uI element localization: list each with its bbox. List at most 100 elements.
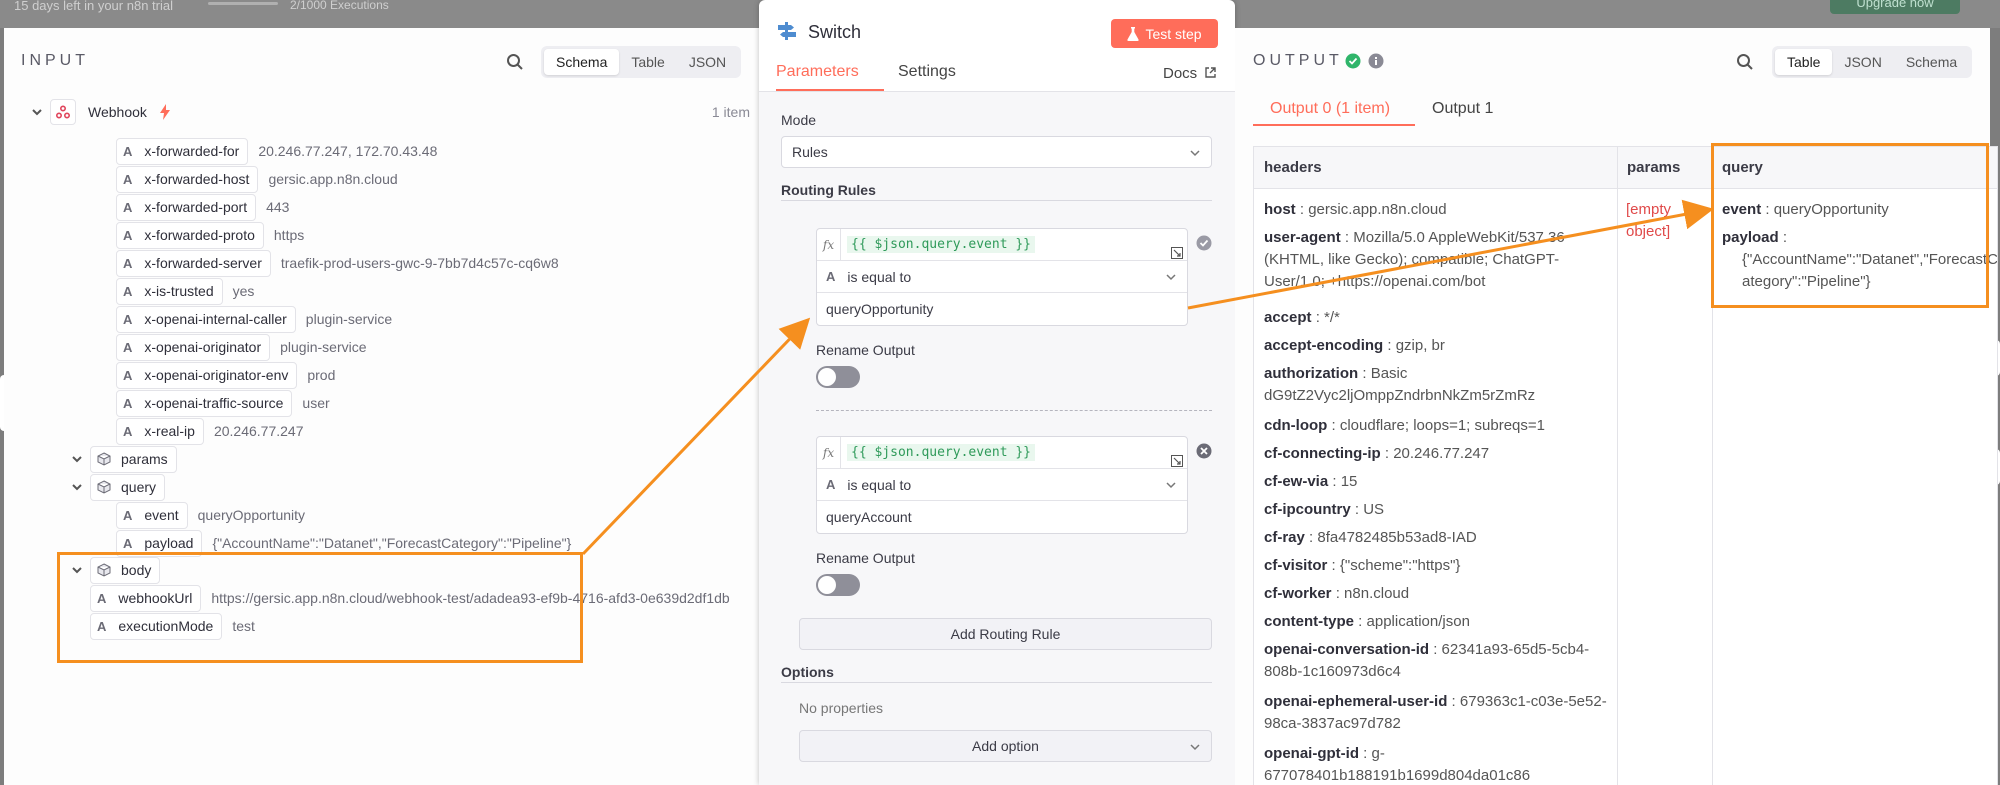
string-type-icon: A — [123, 255, 133, 271]
field-pill[interactable]: Ax-forwarded-host — [116, 165, 259, 193]
expand-icon[interactable] — [1171, 455, 1183, 467]
docs-link[interactable]: Docs — [1163, 65, 1217, 82]
query-row[interactable]: query — [70, 473, 166, 501]
schema-field-row: Ax-openai-internal-caller plugin-service — [116, 305, 392, 333]
object-type-icon — [97, 452, 111, 466]
schema-field-row: Ax-is-trusted yes — [116, 277, 254, 305]
add-option-label: Add option — [972, 738, 1039, 754]
external-link-icon — [1205, 67, 1217, 78]
header-entry: content-type : application/json — [1264, 611, 1609, 633]
field-value: plugin-service — [280, 339, 367, 355]
field-pill[interactable]: Ax-forwarded-port — [116, 193, 257, 221]
chevron-down-icon — [1190, 744, 1200, 751]
chevron-down-icon[interactable] — [30, 105, 44, 119]
tab-output-1[interactable]: Output 1 — [1432, 100, 1493, 118]
chevron-down-icon — [1190, 150, 1200, 157]
routing-rules-label: Routing Rules — [781, 182, 876, 198]
header-key: authorization — [1264, 365, 1359, 382]
separator: : — [1304, 529, 1318, 546]
rename-output-toggle[interactable] — [816, 574, 860, 596]
string-type-icon: A — [123, 227, 133, 243]
string-type-icon: A — [123, 283, 133, 299]
rule-expression[interactable]: fx {{ $json.query.event }} — [817, 228, 1187, 261]
field-value: yes — [232, 283, 255, 299]
header-entry: openai-conversation-id : 62341a93-65d5-5… — [1264, 639, 1609, 683]
object-type-icon — [97, 480, 111, 494]
mode-label: Mode — [781, 112, 817, 128]
field-key: x-openai-originator — [144, 339, 262, 355]
upgrade-button[interactable]: Upgrade now — [1830, 0, 1960, 14]
tab-output-0[interactable]: Output 0 (1 item) — [1270, 100, 1390, 118]
input-view-table[interactable]: Table — [619, 49, 676, 75]
field-value: 20.246.77.247 — [213, 423, 304, 439]
search-icon[interactable] — [1736, 53, 1754, 71]
separator: : — [1350, 501, 1364, 518]
rule-operator[interactable]: A is equal to — [817, 261, 1187, 293]
rule-expression[interactable]: fx {{ $json.query.event }} — [817, 436, 1187, 469]
params-cell: [empty object] — [1626, 201, 1672, 240]
field-pill[interactable]: Ax-forwarded-server — [116, 249, 271, 277]
string-type-icon: A — [123, 171, 133, 187]
header-key: accept — [1264, 309, 1312, 326]
field-pill[interactable]: Ax-is-trusted — [116, 277, 223, 305]
add-option-button[interactable]: Add option — [799, 730, 1212, 762]
rule-value-input[interactable]: queryOpportunity — [817, 293, 1187, 325]
info-icon[interactable] — [1368, 53, 1384, 69]
rule-operator[interactable]: A is equal to — [817, 469, 1187, 501]
rename-output-label: Rename Output — [816, 342, 915, 358]
header-value: gersic.app.n8n.cloud — [1308, 201, 1447, 218]
input-view-schema[interactable]: Schema — [544, 49, 620, 75]
string-type-icon: A — [123, 199, 133, 215]
chevron-down-icon[interactable] — [70, 480, 84, 494]
operator-label: is equal to — [847, 268, 912, 285]
webhook-node-row[interactable]: Webhook 1 item — [30, 98, 750, 126]
add-routing-rule-button[interactable]: Add Routing Rule — [799, 618, 1212, 650]
search-icon[interactable] — [506, 53, 524, 71]
trial-text: 15 days left in your n8n trial — [14, 0, 173, 13]
input-view-json[interactable]: JSON — [677, 49, 738, 75]
remove-rule-icon[interactable] — [1196, 443, 1212, 459]
column-header-headers: headers — [1254, 147, 1617, 189]
field-value: https — [273, 227, 305, 243]
field-value: traefik-prod-users-gwc-9-7bb7d4c57c-cq6w… — [280, 255, 559, 271]
expand-icon[interactable] — [1171, 247, 1183, 259]
tab-settings[interactable]: Settings — [898, 63, 956, 81]
output-query-highlight — [1711, 143, 1989, 308]
rule-value-input[interactable]: queryAccount — [817, 501, 1187, 533]
params-row[interactable]: params — [70, 445, 177, 473]
header-entry: cf-visitor : {"scheme":"https"} — [1264, 555, 1609, 577]
field-pill[interactable]: Aevent — [116, 501, 188, 529]
field-pill[interactable]: query — [90, 473, 166, 501]
field-pill[interactable]: Ax-forwarded-for — [116, 137, 249, 165]
output-view-json[interactable]: JSON — [1832, 49, 1893, 75]
output-view-table[interactable]: Table — [1775, 49, 1833, 75]
item-count: 1 item — [711, 104, 750, 120]
field-pill[interactable]: Ax-openai-traffic-source — [116, 389, 293, 417]
fx-icon: fx — [817, 228, 841, 261]
chevron-down-icon[interactable] — [70, 452, 84, 466]
field-pill[interactable]: params — [90, 445, 177, 473]
field-key: x-forwarded-proto — [144, 227, 255, 243]
field-value: prod — [307, 367, 336, 383]
field-pill[interactable]: Ax-openai-originator-env — [116, 361, 298, 389]
output-view-schema[interactable]: Schema — [1894, 49, 1969, 75]
field-pill[interactable]: Ax-openai-originator — [116, 333, 271, 361]
header-value: application/json — [1366, 613, 1470, 630]
separator: : — [1331, 585, 1345, 602]
field-value: 443 — [266, 199, 290, 215]
mode-select[interactable]: Rules — [781, 136, 1212, 168]
tab-parameters[interactable]: Parameters — [776, 63, 859, 81]
rename-output-toggle[interactable] — [816, 366, 860, 388]
input-title: INPUT — [21, 52, 89, 69]
test-step-button[interactable]: Test step — [1111, 19, 1218, 48]
field-value: plugin-service — [305, 311, 393, 327]
output-view-toggle: Table JSON Schema — [1772, 46, 1973, 78]
field-pill[interactable]: Ax-real-ip — [116, 417, 204, 445]
string-type-icon: A — [123, 367, 133, 383]
field-key: query — [121, 479, 157, 495]
field-pill[interactable]: Ax-openai-internal-caller — [116, 305, 296, 333]
column-divider — [1617, 147, 1618, 785]
chevron-down-icon — [1166, 274, 1176, 281]
field-pill[interactable]: Ax-forwarded-proto — [116, 221, 264, 249]
header-entry: host : gersic.app.n8n.cloud — [1264, 199, 1609, 221]
